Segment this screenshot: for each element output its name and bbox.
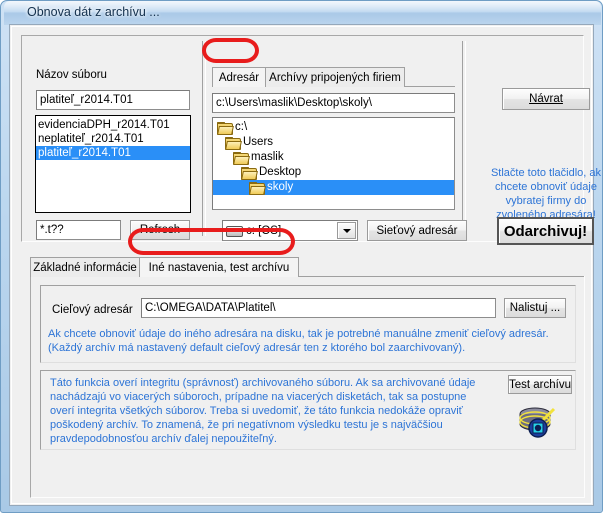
list-item[interactable]: neplatiteľ_r2014.T01 [36, 132, 190, 146]
database-search-icon [516, 403, 560, 441]
unarchive-hint-line: vybratej firmy do [505, 195, 587, 207]
test-archive-info: Táto funkcia overí integritu (správnosť)… [50, 377, 476, 445]
network-directory-button[interactable]: Sieťový adresár [367, 220, 467, 241]
target-dir-input[interactable] [141, 298, 496, 318]
tree-item-maslik[interactable]: maslik [213, 150, 454, 165]
tree-item-c[interactable]: c:\ [213, 120, 454, 135]
drive-combobox-value: c: [OS] [246, 224, 282, 237]
file-listbox[interactable]: evidenciaDPH_r2014.T01 neplatiteľ_r2014.… [35, 115, 191, 213]
folder-icon [241, 166, 258, 180]
client-area: Názov súboru evidenciaDPH_r2014.T01 nepl… [9, 24, 601, 506]
target-dir-label: Cieľový adresár [52, 304, 133, 316]
title-bar[interactable]: Obnova dát z archívu ... [4, 1, 601, 25]
chevron-down-icon[interactable] [337, 222, 356, 239]
tree-item-users[interactable]: Users [213, 135, 454, 150]
list-item[interactable]: evidenciaDPH_r2014.T01 [36, 118, 190, 132]
file-group-label: Názov súboru [36, 69, 107, 81]
unarchive-hint: Stlačte toto tlačidlo, ak chcete obnoviť… [482, 166, 603, 222]
unarchive-hint-line: Stlačte toto tlačidlo, ak [490, 167, 602, 179]
back-button-label: Návrat [529, 93, 563, 105]
folder-icon [249, 181, 266, 195]
drive-icon [226, 225, 243, 237]
separator-dirs-actions [462, 41, 466, 236]
tree-item-skoly[interactable]: skoly [213, 180, 454, 195]
separator-files-dirs [202, 41, 206, 236]
path-input[interactable] [212, 93, 455, 113]
tree-item-desktop[interactable]: Desktop [213, 165, 454, 180]
tree-item-label: Users [243, 136, 274, 148]
tree-item-label: c:\ [235, 121, 248, 133]
unarchive-button[interactable]: Odarchivuj! [497, 217, 594, 245]
folder-icon [233, 151, 250, 165]
unarchive-hint-line: chcete obnoviť údaje [495, 181, 597, 193]
tree-item-label: maslik [251, 151, 284, 163]
filename-input[interactable] [36, 90, 190, 110]
folder-icon [225, 136, 242, 150]
tree-item-label: skoly [267, 181, 294, 193]
file-mask-input[interactable] [36, 220, 121, 240]
directory-tree[interactable]: c:\ Users maslik Desktop skoly [212, 117, 455, 210]
tab-archivy-pripojenych-firiem[interactable]: Archívy pripojených firiem [265, 67, 405, 87]
refresh-button[interactable]: Refresh [130, 220, 190, 240]
window-title: Obnova dát z archívu ... [27, 5, 160, 19]
back-button[interactable]: Návrat [502, 88, 590, 110]
tab-zakladne-informacie[interactable]: Základné informácie [30, 257, 140, 277]
list-item[interactable]: platiteľ_r2014.T01 [36, 146, 190, 160]
tab-adresar[interactable]: Adresár [212, 67, 266, 87]
tree-item-label: Desktop [259, 166, 302, 178]
application-window: Obnova dát z archívu ... Názov súboru ev… [0, 0, 603, 513]
browse-button[interactable]: Nalistuj ... [504, 298, 566, 318]
tab-ine-nastavenia-test-archivu[interactable]: Iné nastavenia, test archívu [139, 257, 299, 277]
drive-combobox[interactable]: c: [OS] [222, 220, 358, 241]
folder-icon [217, 121, 234, 135]
target-dir-hint: Ak chcete obnoviť údaje do iného adresár… [48, 328, 549, 354]
test-archive-button[interactable]: Test archívu [508, 375, 572, 394]
